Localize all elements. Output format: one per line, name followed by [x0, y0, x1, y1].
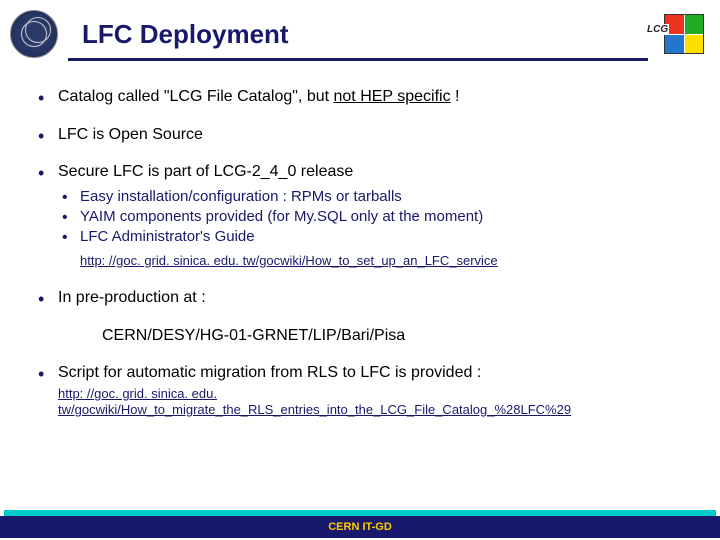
lcg-logo-icon: LCG [648, 10, 704, 58]
bullet-catalog-post: ! [451, 88, 460, 105]
footer-text: CERN IT-GD [328, 521, 392, 533]
footer-main-bar: CERN IT-GD [0, 516, 720, 538]
sub-bullet-admin-guide: LFC Administrator's Guide [58, 227, 684, 247]
bullet-catalog-pre: Catalog called "LCG File Catalog", but [58, 88, 334, 105]
link-lfc-setup[interactable]: http: //goc. grid. sinica. edu. tw/gocwi… [80, 253, 498, 269]
title-underline [68, 58, 648, 61]
sub-bullet-yaim: YAIM components provided (for My.SQL onl… [58, 207, 684, 227]
lcg-grid-icon [664, 14, 704, 54]
bullet-secure-lfc: Secure LFC is part of LCG-2_4_0 release … [36, 161, 684, 271]
bullet-preproduction: In pre-production at : [36, 287, 684, 309]
slide-header: LFC Deployment LCG [0, 0, 720, 68]
slide-footer: CERN IT-GD [0, 510, 720, 540]
bullet-preproduction-text: In pre-production at : [58, 289, 206, 306]
bullet-migration-script: Script for automatic migration from RLS … [36, 362, 684, 420]
preproduction-sites: CERN/DESY/HG-01-GRNET/LIP/Bari/Pisa [102, 325, 684, 347]
bullet-opensource: LFC is Open Source [36, 124, 684, 146]
bullet-secure-lfc-text: Secure LFC is part of LCG-2_4_0 release [58, 163, 353, 180]
slide-title: LFC Deployment [82, 19, 648, 50]
slide-content: Catalog called "LCG File Catalog", but n… [0, 68, 720, 421]
bullet-catalog: Catalog called "LCG File Catalog", but n… [36, 86, 684, 108]
cern-logo-icon [10, 10, 58, 58]
sub-bullet-install: Easy installation/configuration : RPMs o… [58, 187, 684, 207]
bullet-catalog-underlined: not HEP specific [334, 88, 451, 105]
link-migration[interactable]: http: //goc. grid. sinica. edu. tw/gocwi… [58, 386, 684, 419]
bullet-migration-text: Script for automatic migration from RLS … [58, 364, 481, 381]
lcg-logo-label: LCG [646, 24, 669, 35]
